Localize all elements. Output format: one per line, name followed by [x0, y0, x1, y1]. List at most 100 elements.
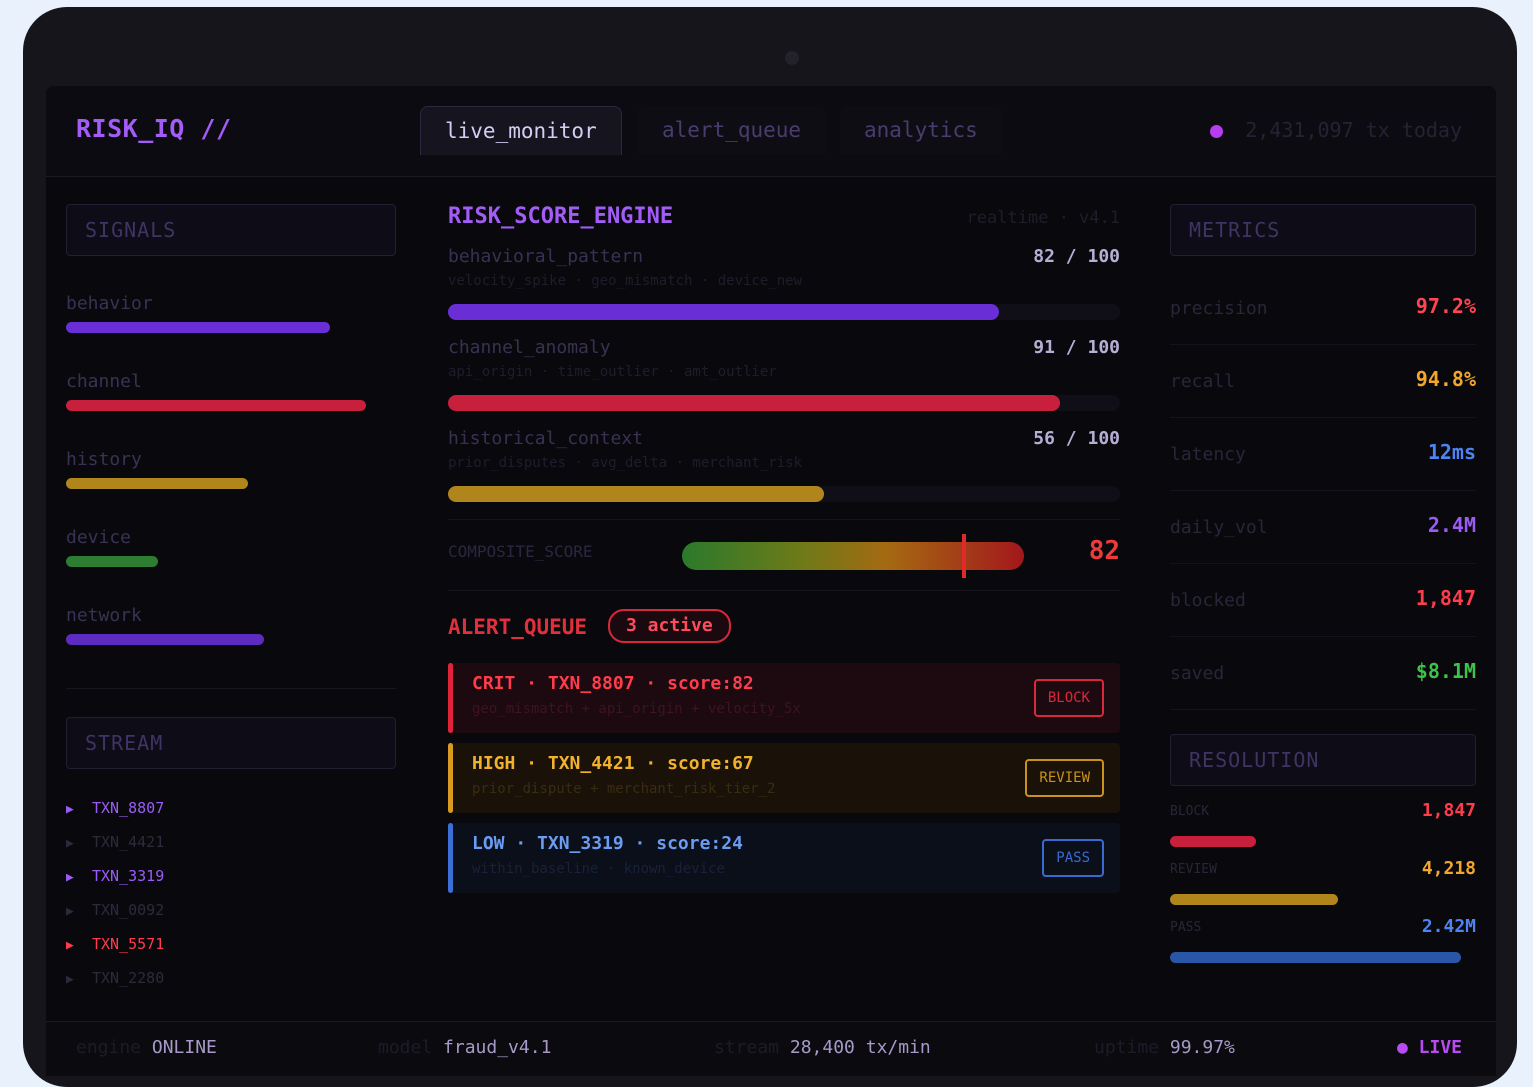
signal-bar: [66, 556, 158, 567]
tab-analytics[interactable]: analytics: [840, 106, 1002, 154]
resolution-row: REVIEW 4,218: [1170, 856, 1476, 914]
app-logo: RISK_IQ //: [76, 114, 232, 143]
factor-subtext: prior_disputes · avg_delta · merchant_ri…: [448, 455, 803, 471]
signal-bar: [66, 478, 248, 489]
alert-action-button[interactable]: PASS: [1042, 839, 1104, 877]
alert-subtext: geo_mismatch + api_origin + velocity_5x: [472, 701, 801, 717]
resolution-value: 1,847: [1421, 800, 1476, 821]
alert-card[interactable]: LOW · TXN_3319 · score:24 within_baseline…: [448, 823, 1120, 893]
tab-live-monitor[interactable]: live_monitor: [420, 106, 622, 155]
footer-model-value: fraud_v4.1: [443, 1037, 552, 1058]
metric-row: daily_vol 2.4M: [1170, 491, 1476, 564]
stream-item[interactable]: ▶ TXN_5571: [66, 927, 396, 961]
factor-track: [448, 304, 1120, 320]
right-column: METRICS precision 97.2% recall 94.8% latency…: [1170, 204, 1476, 972]
metric-name: latency: [1170, 444, 1246, 465]
status-dot-icon: [1210, 125, 1224, 138]
metric-value: 1,847: [1415, 586, 1476, 610]
status-footer: engine ONLINE model fraud_v4.1 stream 28…: [46, 1021, 1496, 1076]
live-indicator: ● LIVE: [1396, 1037, 1462, 1058]
resolution-title: RESOLUTION: [1170, 734, 1476, 786]
resolution-value: 2.42M: [1421, 916, 1476, 937]
composite-value: 82: [1088, 536, 1120, 566]
footer-model: model fraud_v4.1: [378, 1037, 551, 1058]
play-arrow-icon: ▶: [66, 972, 74, 987]
play-arrow-icon: ▶: [66, 904, 74, 919]
metric-value: 94.8%: [1415, 367, 1476, 391]
alert-queue-title: ALERT_QUEUE: [448, 615, 588, 639]
signal-label: device: [66, 527, 132, 548]
stream-txn-id: TXN_3319: [92, 867, 165, 885]
alert-queue-header: ALERT_QUEUE 3 active: [448, 609, 1120, 653]
factor-score: 91 / 100: [1033, 337, 1120, 358]
factor-name: behavioral_pattern: [448, 246, 644, 267]
resolution-bar: [1170, 836, 1256, 847]
signal-label: network: [66, 605, 142, 626]
stream-txn-id: TXN_0092: [92, 901, 165, 919]
resolution-name: BLOCK: [1170, 804, 1210, 819]
alert-card[interactable]: HIGH · TXN_4421 · score:67 prior_dispute …: [448, 743, 1120, 813]
composite-gradient-bar: [682, 534, 1024, 578]
alert-action-button[interactable]: REVIEW: [1025, 759, 1104, 797]
footer-model-key: model: [378, 1037, 433, 1058]
composite-label: COMPOSITE_SCORE: [448, 542, 593, 561]
resolution-row: BLOCK 1,847: [1170, 798, 1476, 856]
alert-card[interactable]: CRIT · TXN_8807 · score:82 geo_mismatch +…: [448, 663, 1120, 733]
factor-name: historical_context: [448, 428, 644, 449]
stream-item[interactable]: ▶ TXN_0092: [66, 893, 396, 927]
footer-stream-value: 28,400 tx/min: [789, 1037, 931, 1058]
tab-alert-queue[interactable]: alert_queue: [638, 106, 826, 154]
factor-list: behavioral_pattern 82 / 100 velocity_spike…: [448, 244, 1120, 517]
factor-score: 82 / 100: [1033, 246, 1120, 267]
footer-uptime-value: 99.97%: [1169, 1037, 1235, 1058]
left-column: SIGNALS behavior channel history device netw…: [66, 204, 396, 995]
signal-label: behavior: [66, 293, 153, 314]
app-screen: RISK_IQ // live_monitor alert_queue anal…: [46, 86, 1496, 1076]
resolution-list: BLOCK 1,847 REVIEW 4,218 PASS 2.42M: [1170, 798, 1476, 972]
footer-engine: engine ONLINE: [76, 1037, 217, 1058]
footer-stream-key: stream: [714, 1037, 780, 1058]
signal-bar: [66, 634, 264, 645]
alert-action-button[interactable]: BLOCK: [1033, 679, 1104, 717]
alert-accent-bar: [448, 823, 453, 893]
resolution-bar: [1170, 894, 1338, 905]
stream-txn-id: TXN_8807: [92, 799, 165, 817]
metric-row: blocked 1,847: [1170, 564, 1476, 637]
factor-name: channel_anomaly: [448, 337, 611, 358]
metric-name: recall: [1170, 371, 1236, 392]
play-arrow-icon: ▶: [66, 802, 74, 817]
factor-row: channel_anomaly 91 / 100 api_origin · time…: [448, 335, 1120, 426]
stream-item[interactable]: ▶ TXN_2280: [66, 961, 396, 995]
factor-bar: [448, 304, 999, 320]
resolution-name: REVIEW: [1170, 862, 1217, 877]
stream-txn-id: TXN_5571: [92, 935, 165, 953]
metric-value: 12ms: [1427, 440, 1476, 464]
top-header: RISK_IQ // live_monitor alert_queue anal…: [46, 86, 1496, 177]
alert-title-line: CRIT · TXN_8807 · score:82: [472, 673, 754, 694]
play-arrow-icon: ▶: [66, 938, 74, 953]
metric-row: recall 94.8%: [1170, 345, 1476, 418]
tx-today-counter: 2,431,097 tx today: [1210, 118, 1462, 142]
engine-title: RISK_SCORE_ENGINE: [448, 204, 674, 229]
composite-score-row: COMPOSITE_SCORE 82: [448, 519, 1120, 591]
engine-version-tag: realtime · v4.1: [966, 208, 1120, 228]
alert-list: CRIT · TXN_8807 · score:82 geo_mismatch +…: [448, 663, 1120, 893]
engine-header: RISK_SCORE_ENGINE realtime · v4.1: [448, 204, 1120, 244]
composite-marker: [962, 534, 966, 578]
alert-accent-bar: [448, 663, 453, 733]
signal-bar: [66, 400, 366, 411]
metric-name: blocked: [1170, 590, 1246, 611]
play-arrow-icon: ▶: [66, 870, 74, 885]
resolution-name: PASS: [1170, 920, 1202, 935]
signals-title: SIGNALS: [66, 204, 396, 256]
alert-title-line: HIGH · TXN_4421 · score:67: [472, 753, 754, 774]
stream-item[interactable]: ▶ TXN_4421: [66, 825, 396, 859]
stream-title: STREAM: [66, 717, 396, 769]
footer-stream: stream 28,400 tx/min: [714, 1037, 931, 1058]
factor-bar: [448, 486, 824, 502]
stream-item[interactable]: ▶ TXN_8807: [66, 791, 396, 825]
stream-item[interactable]: ▶ TXN_3319: [66, 859, 396, 893]
metric-value: 97.2%: [1415, 294, 1476, 318]
factor-row: historical_context 56 / 100 prior_disputes…: [448, 426, 1120, 517]
resolution-row: PASS 2.42M: [1170, 914, 1476, 972]
